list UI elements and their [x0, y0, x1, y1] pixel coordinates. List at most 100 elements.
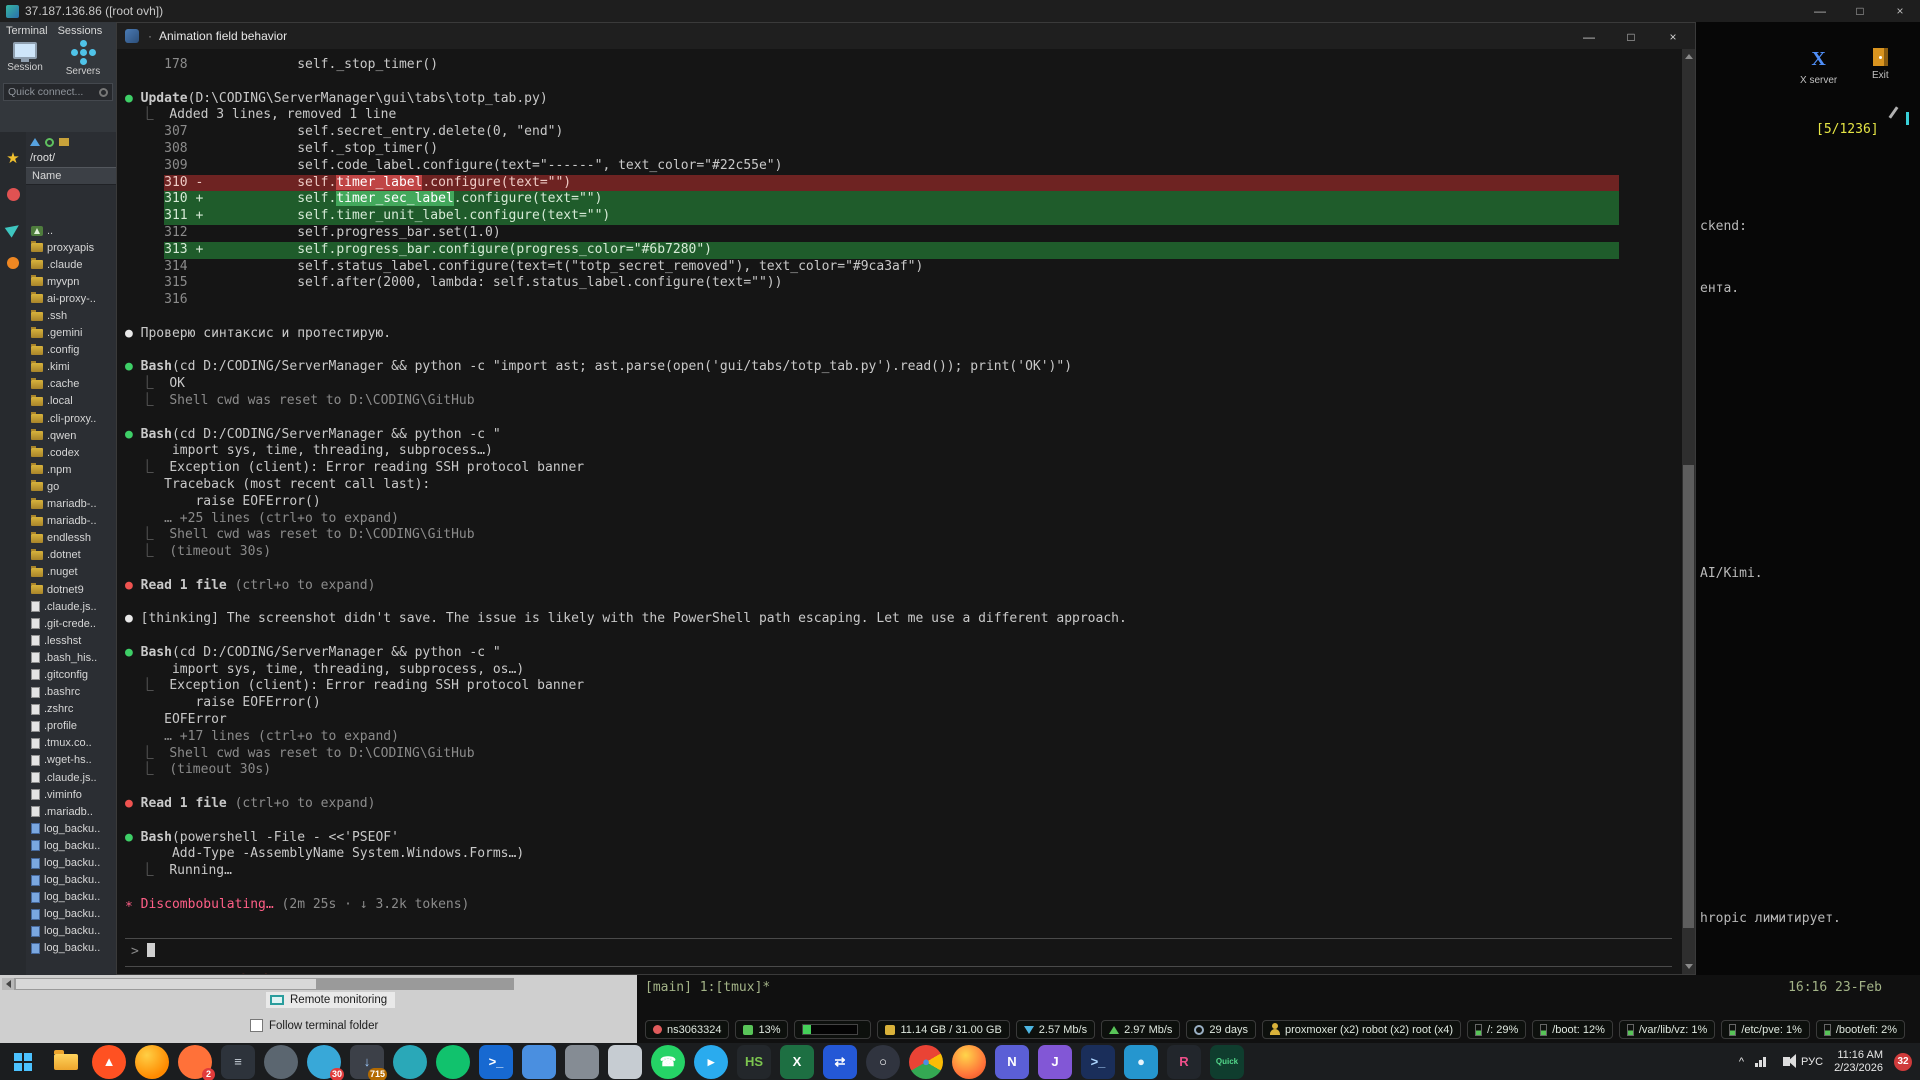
file-list-item[interactable]: .claude.js.. — [26, 769, 116, 786]
file-list-item[interactable]: .tmux.co.. — [26, 735, 116, 752]
file-list-item[interactable]: .local — [26, 393, 116, 410]
file-list-item[interactable]: .dotnet — [26, 547, 116, 564]
servers-button[interactable]: Servers — [60, 42, 106, 77]
refresh-icon[interactable] — [45, 138, 54, 147]
notification-badge[interactable]: 32 — [1894, 1053, 1912, 1071]
file-list-item[interactable]: .qwen — [26, 427, 116, 444]
file-list-item[interactable]: .claude.js.. — [26, 598, 116, 615]
file-list-item[interactable]: .viminfo — [26, 786, 116, 803]
file-list-item[interactable]: .zshrc — [26, 701, 116, 718]
file-list-item[interactable]: endlessh — [26, 530, 116, 547]
maximize-button[interactable]: □ — [1610, 24, 1652, 49]
file-list-item[interactable]: .gitconfig — [26, 666, 116, 683]
file-list-item[interactable]: proxyapis — [26, 239, 116, 256]
blue-folder-icon[interactable] — [522, 1045, 556, 1079]
grey-square-icon[interactable] — [565, 1045, 599, 1079]
vertical-scrollbar[interactable] — [1682, 49, 1695, 974]
file-list-item[interactable]: log_backu.. — [26, 837, 116, 854]
home-icon[interactable] — [59, 138, 69, 146]
paper-plane-icon[interactable] — [4, 220, 22, 237]
purple-j-icon[interactable]: J — [1038, 1045, 1072, 1079]
quick-app-icon[interactable]: Quick — [1210, 1045, 1244, 1079]
file-list-item[interactable]: dotnet9 — [26, 581, 116, 598]
grey-app-icon[interactable] — [264, 1045, 298, 1079]
terminal-blue-icon[interactable]: >_ — [479, 1045, 513, 1079]
file-list-item[interactable]: .gemini — [26, 325, 116, 342]
checkbox[interactable] — [250, 1019, 263, 1032]
purple-n-icon[interactable]: N — [995, 1045, 1029, 1079]
follow-terminal-checkbox-row[interactable]: Follow terminal folder — [250, 1019, 378, 1032]
file-list-item[interactable]: .profile — [26, 718, 116, 735]
whatsapp-icon[interactable]: ☎ — [651, 1045, 685, 1079]
file-list-item[interactable]: mariadb-.. — [26, 513, 116, 530]
scroll-up-arrow[interactable] — [1682, 49, 1695, 63]
favorites-star-icon[interactable]: ★ — [6, 152, 19, 166]
hs-app-icon[interactable]: HS — [737, 1045, 771, 1079]
telegram-icon[interactable]: ▸ — [694, 1045, 728, 1079]
x-server-button[interactable]: X X server — [1800, 48, 1837, 86]
file-explorer-icon[interactable] — [49, 1045, 83, 1079]
prompt-input-box[interactable]: > — [125, 938, 1672, 967]
scroll-down-arrow[interactable] — [1682, 63, 1695, 77]
blue-sync-icon[interactable]: ⇄ — [823, 1045, 857, 1079]
powershell-icon[interactable]: >_ — [1081, 1045, 1115, 1079]
file-list-item[interactable]: .npm — [26, 461, 116, 478]
file-list-item[interactable]: myvpn — [26, 273, 116, 290]
file-list-item[interactable]: log_backu.. — [26, 872, 116, 889]
file-list-item[interactable]: .cli-proxy.. — [26, 410, 116, 427]
blue-browser-icon[interactable]: 30 — [307, 1045, 341, 1079]
file-list-item[interactable]: log_backu.. — [26, 940, 116, 957]
file-list-item[interactable]: .codex — [26, 444, 116, 461]
file-list-item[interactable]: .config — [26, 342, 116, 359]
minimize-button[interactable]: — — [1800, 0, 1840, 22]
file-list-item[interactable]: log_backu.. — [26, 889, 116, 906]
hscrollbar-thumb[interactable] — [16, 979, 316, 989]
camera-app-icon[interactable]: ● — [1124, 1045, 1158, 1079]
file-list-item[interactable]: .. — [26, 222, 116, 239]
scroll-left-arrow[interactable] — [2, 978, 14, 990]
file-list-item[interactable]: log_backu.. — [26, 923, 116, 940]
obs-icon[interactable]: ○ — [866, 1045, 900, 1079]
scrollbar-thumb[interactable] — [1683, 465, 1694, 928]
claude-window-titlebar[interactable]: · Animation field behavior — □ × — [117, 23, 1695, 49]
file-list-item[interactable]: .mariadb.. — [26, 803, 116, 820]
tab-terminal[interactable]: Terminal — [6, 25, 48, 37]
file-list-item[interactable]: .bash_his.. — [26, 649, 116, 666]
tab-sessions[interactable]: Sessions — [58, 25, 103, 37]
clock[interactable]: 11:16 AM 2/23/2026 — [1834, 1049, 1883, 1075]
file-list-item[interactable]: mariadb-.. — [26, 496, 116, 513]
minimize-button[interactable]: — — [1568, 24, 1610, 49]
network-icon[interactable] — [1755, 1057, 1766, 1067]
orange-dot-icon[interactable] — [7, 257, 19, 269]
speaker-icon[interactable] — [1783, 1057, 1790, 1066]
file-list-item[interactable]: .wget-hs.. — [26, 752, 116, 769]
browser-badge-icon[interactable]: 2 — [178, 1045, 212, 1079]
file-list-item[interactable]: .nuget — [26, 564, 116, 581]
exit-button[interactable]: Exit — [1872, 48, 1889, 81]
file-list-item[interactable]: .git-crede.. — [26, 615, 116, 632]
start-button[interactable] — [6, 1045, 40, 1079]
file-list-item[interactable]: .bashrc — [26, 684, 116, 701]
file-list-item[interactable]: .cache — [26, 376, 116, 393]
rider-icon[interactable]: R — [1167, 1045, 1201, 1079]
file-list-item[interactable]: .ssh — [26, 307, 116, 324]
download-manager-icon[interactable]: ↓715 — [350, 1045, 384, 1079]
close-button[interactable]: × — [1880, 0, 1920, 22]
up-directory-icon[interactable] — [30, 138, 40, 146]
dark-app-icon[interactable]: ≡ — [221, 1045, 255, 1079]
file-list-item[interactable]: log_backu.. — [26, 820, 116, 837]
file-list-item[interactable]: log_backu.. — [26, 854, 116, 871]
quick-connect-input[interactable]: Quick connect... — [3, 83, 113, 101]
green-messenger-icon[interactable] — [436, 1045, 470, 1079]
brave-icon[interactable]: ▲ — [92, 1045, 126, 1079]
current-path[interactable]: /root/ — [26, 150, 116, 167]
close-button[interactable]: × — [1652, 24, 1694, 49]
download-icon[interactable] — [7, 188, 20, 201]
file-list-item[interactable]: .claude — [26, 256, 116, 273]
language-indicator[interactable]: РУС — [1801, 1056, 1823, 1068]
file-list-item[interactable]: .lesshst — [26, 632, 116, 649]
session-button[interactable]: Session — [2, 42, 48, 77]
firefox-icon[interactable] — [952, 1045, 986, 1079]
tray-chevron-icon[interactable]: ^ — [1739, 1056, 1744, 1068]
horizontal-scrollbar[interactable] — [2, 978, 514, 990]
